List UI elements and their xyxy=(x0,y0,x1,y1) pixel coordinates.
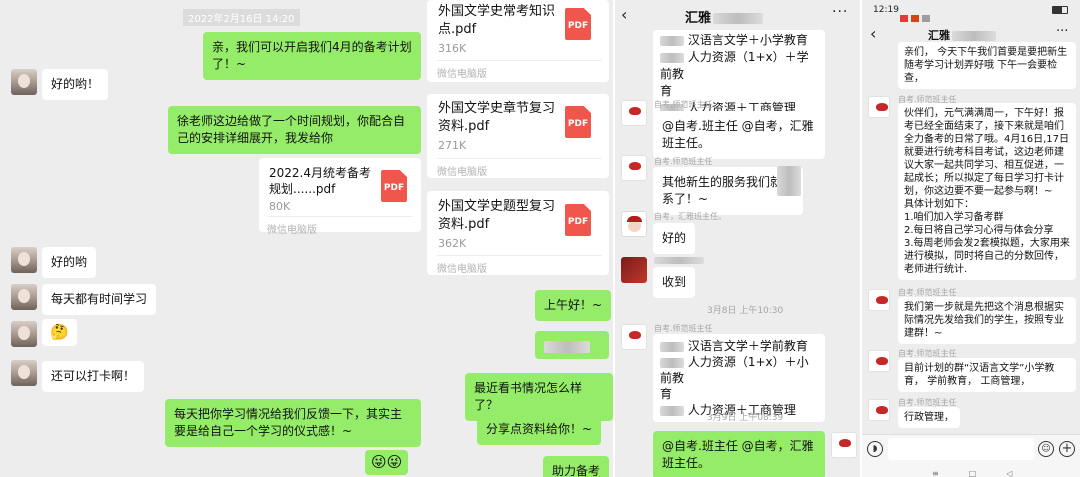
chat-title: 汇雅 xyxy=(928,27,996,43)
status-icons xyxy=(900,7,960,22)
chat-timestamp: 3月8日 上午10:30 xyxy=(707,306,784,316)
message-bubble[interactable]: 好的哟 xyxy=(42,247,97,278)
group-chat-panel: ‹ 汇雅 ··· 汉语言文学＋小学教育 人力资源（1+x）＋学前教 育 人力资源… xyxy=(613,0,858,477)
status-time: 12:19 xyxy=(873,5,899,15)
back-arrow-icon[interactable]: ‹ xyxy=(621,5,627,24)
file-card[interactable]: 外国文学史常考知识点.pdf 316K PDF 微信电脑版 xyxy=(427,0,609,82)
file-card[interactable]: 2022.4月统考备考规划......pdf 80K PDF 微信电脑版 xyxy=(259,158,421,236)
avatar[interactable] xyxy=(11,321,37,347)
message-bubble[interactable]: 每天都有时间学习 xyxy=(42,284,157,315)
group-chat-panel-right: 12:19 ‹ 汇雅 ··· 亲们， 今天下午我们首要是要把新生随考学习计划弄好… xyxy=(860,0,1080,477)
blurred-message-bubble[interactable] xyxy=(535,331,609,359)
file-name: 外国文学史题型复习资料.pdf xyxy=(438,199,556,232)
message-bubble[interactable]: @自考.班主任 @自考，汇雅班主任。 xyxy=(653,431,825,477)
message-bubble[interactable]: 好的 xyxy=(653,223,696,254)
avatar[interactable] xyxy=(11,360,37,386)
avatar[interactable] xyxy=(868,96,890,118)
message-bubble[interactable]: 还可以打卡啊！ xyxy=(42,361,145,392)
message-bubble[interactable]: 我们第一步就是先把这个消息根据实际情况先发给我们的学生，按照专业建群！~ xyxy=(898,297,1076,344)
file-name: 外国文学史章节复习资料.pdf xyxy=(438,101,556,134)
avatar[interactable] xyxy=(868,289,890,311)
message-bubble[interactable]: 行政管理， xyxy=(898,407,960,428)
file-name: 2022.4月统考备考规划......pdf xyxy=(269,166,371,196)
avatar[interactable] xyxy=(621,155,647,181)
file-source: 微信电脑版 xyxy=(437,255,602,275)
chat-timestamp: 3月9日 上午08:39 xyxy=(707,413,784,423)
avatar[interactable] xyxy=(868,350,890,372)
add-icon[interactable]: + xyxy=(1059,441,1075,457)
left-chat-panel: 2022年2月16日 14:20 亲，我们可以开启我们4月的备考计划了！~ 好的… xyxy=(0,0,425,477)
sender-name: 自考.师范班主任 xyxy=(654,100,713,109)
file-source: 微信电脑版 xyxy=(437,158,602,178)
message-bubble[interactable]: 助力备考 xyxy=(543,456,610,477)
avatar[interactable] xyxy=(621,324,647,350)
chat-title: 汇雅 xyxy=(685,7,764,26)
message-bubble[interactable]: 每天把你学习情况给我们反馈一下，其实主要是给自己一个学习的仪式感！~ xyxy=(165,399,421,447)
middle-chat-panel: 外国文学史常考知识点.pdf 316K PDF 微信电脑版 外国文学史章节复习资… xyxy=(425,0,613,477)
blurred-text xyxy=(777,166,801,196)
avatar[interactable] xyxy=(831,432,857,458)
emoji-icon[interactable]: ☺ xyxy=(1038,441,1054,457)
file-size: 271K xyxy=(438,139,467,152)
message-bubble[interactable]: 目前计划的群“汉语言文学”小学教育， 学前教育， 工商管理， xyxy=(898,358,1076,392)
more-options-icon[interactable]: ··· xyxy=(1056,24,1068,39)
blurred-sender-name xyxy=(654,257,704,264)
message-bubble[interactable]: 好的哟！ xyxy=(42,69,109,100)
more-options-icon[interactable]: ··· xyxy=(832,4,848,20)
file-size: 362K xyxy=(438,237,467,250)
message-bubble[interactable]: 收到 xyxy=(653,267,696,298)
file-source: 微信电脑版 xyxy=(267,216,413,236)
avatar[interactable] xyxy=(11,69,37,95)
blurred-text xyxy=(544,340,590,353)
pdf-file-icon: PDF xyxy=(565,204,591,236)
pdf-file-icon: PDF xyxy=(565,106,591,138)
battery-icon xyxy=(1052,6,1068,14)
back-arrow-icon[interactable]: ‹ xyxy=(870,24,876,43)
pdf-file-icon: PDF xyxy=(565,8,591,40)
emoji-bubble[interactable]: 😜😜 xyxy=(365,450,409,475)
file-size: 80K xyxy=(269,200,291,213)
avatar[interactable] xyxy=(868,399,890,421)
file-source: 微信电脑版 xyxy=(437,60,602,80)
message-bubble[interactable]: 亲，我们可以开启我们4月的备考计划了！~ xyxy=(203,32,421,80)
avatar[interactable] xyxy=(621,257,647,283)
nav-bar: ≡□◁ xyxy=(932,469,1043,477)
avatar[interactable] xyxy=(621,211,647,237)
pdf-file-icon: PDF xyxy=(381,170,407,202)
message-bubble[interactable]: 汉语言文学＋学前教育 人力资源（1+x）＋小前教 育 人力资源＋工商管理 xyxy=(653,334,825,422)
avatar[interactable] xyxy=(621,100,647,126)
message-input[interactable] xyxy=(888,438,1034,460)
sender-name: 自考.师范班主任 xyxy=(654,324,713,333)
message-bubble[interactable]: 徐老师这边给做了一个时间规划，你配合自己的安排详细展开，我发给你 xyxy=(168,106,421,154)
emoji-bubble[interactable]: 🤔 xyxy=(42,319,77,346)
message-bubble[interactable]: 伙伴们，元气满满周一，下午好！报考已经全面结束了，接下来就是咱们全力备考的日常了… xyxy=(898,103,1076,280)
file-card[interactable]: 外国文学史章节复习资料.pdf 271K PDF 微信电脑版 xyxy=(427,94,609,178)
file-name: 外国文学史常考知识点.pdf xyxy=(438,4,556,37)
message-bubble[interactable]: 亲们， 今天下午我们首要是要把新生随考学习计划弄好哦 下午一会要检查， xyxy=(898,42,1076,89)
sender-name: 自考，汇雅班主任。 xyxy=(654,212,726,221)
message-bubble[interactable]: 上午好！~ xyxy=(535,290,612,321)
chat-timestamp: 2022年2月16日 14:20 xyxy=(183,9,300,26)
file-card[interactable]: 外国文学史题型复习资料.pdf 362K PDF 微信电脑版 xyxy=(427,191,609,275)
avatar[interactable] xyxy=(11,247,37,273)
message-bubble[interactable]: @自考.班主任 @自考，汇雅班主任。 xyxy=(653,111,825,159)
message-bubble[interactable]: 分享点资料给你！~ xyxy=(477,414,602,445)
file-size: 316K xyxy=(438,42,467,55)
avatar[interactable] xyxy=(11,284,37,310)
sender-name: 自考.师范班主任 xyxy=(654,157,713,166)
voice-icon[interactable]: ◗ xyxy=(867,441,883,457)
